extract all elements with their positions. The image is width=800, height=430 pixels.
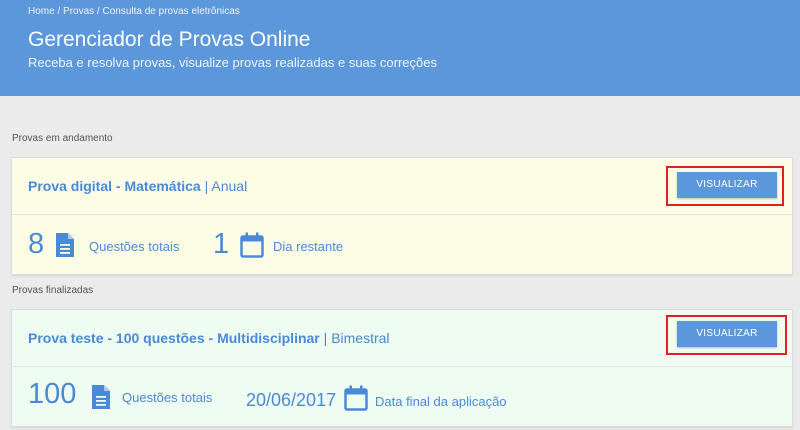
title-separator: | — [323, 330, 328, 346]
total-questions-count: 8 — [28, 228, 45, 260]
breadcrumb-home[interactable]: Home — [28, 6, 55, 17]
calendar-icon — [240, 232, 264, 258]
calendar-icon — [344, 385, 368, 411]
final-date-label: Data final da aplicação — [375, 394, 507, 409]
visualizar-button[interactable]: VISUALIZAR — [677, 172, 777, 198]
exam-period: Bimestral — [331, 330, 390, 346]
breadcrumb-separator: / — [54, 6, 64, 17]
days-remaining-label: Dia restante — [273, 239, 344, 254]
page-subtitle: Receba e resolva provas, visualize prova… — [28, 55, 437, 70]
document-icon — [92, 385, 110, 409]
exam-card-finished: Prova teste - 100 questões - Multidiscip… — [11, 309, 793, 427]
breadcrumb-separator: / — [94, 6, 103, 17]
breadcrumb: Home / Provas / Consulta de provas eletr… — [28, 6, 240, 17]
card-title: Prova teste - 100 questões - Multidiscip… — [28, 330, 390, 346]
exam-name: Prova digital - Matemática — [28, 178, 201, 194]
days-remaining-count: 1 — [213, 228, 230, 260]
section-label-finished: Provas finalizadas — [12, 285, 94, 296]
total-questions-count: 100 — [28, 378, 77, 410]
page-title: Gerenciador de Provas Online — [28, 28, 311, 51]
total-questions-label: Questões totais — [122, 390, 213, 405]
title-separator: | — [204, 178, 209, 194]
breadcrumb-current: Consulta de provas eletrônicas — [102, 6, 240, 17]
section-label-in-progress: Provas em andamento — [12, 133, 113, 144]
total-questions-label: Questões totais — [89, 239, 180, 254]
final-date-value: 20/06/2017 — [246, 390, 337, 410]
page-header: Home / Provas / Consulta de provas eletr… — [0, 0, 800, 96]
exam-card-in-progress: Prova digital - Matemática | Anual VISUA… — [11, 157, 793, 275]
breadcrumb-provas[interactable]: Provas — [63, 6, 94, 17]
card-title: Prova digital - Matemática | Anual — [28, 178, 247, 194]
exam-period: Anual — [211, 178, 248, 194]
exam-name: Prova teste - 100 questões - Multidiscip… — [28, 330, 320, 346]
document-icon — [56, 233, 74, 257]
visualizar-button[interactable]: VISUALIZAR — [677, 321, 777, 347]
